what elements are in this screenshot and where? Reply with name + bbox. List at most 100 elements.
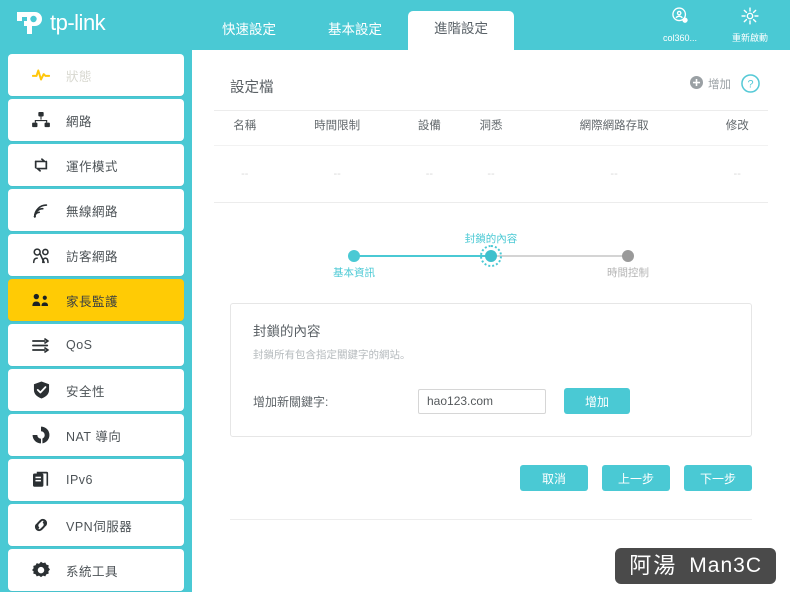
- nat-forwarding-icon: [30, 425, 52, 445]
- card-title: 封鎖的內容: [253, 324, 321, 339]
- step-label: 時間控制: [607, 267, 649, 279]
- sidebar-item-label: 安全性: [66, 384, 106, 399]
- plus-circle-icon: [690, 75, 703, 92]
- profiles-table: 名稱 時間限制 設備 洞悉 網際網路存取 修改 -- -- -- -- -- -…: [214, 110, 768, 203]
- router-admin-page: tp-link 快速設定 基本設定 進階設定 col360... 重新啟動 狀態…: [0, 0, 790, 592]
- sidebar-item-label: 網路: [66, 114, 93, 129]
- ipv6-icon: [30, 470, 52, 490]
- top-actions: col360... 重新啟動: [654, 6, 776, 44]
- col-internet-access: 網際網路存取: [521, 110, 707, 146]
- stepper-progress: [354, 255, 489, 257]
- col-name: 名稱: [214, 110, 276, 146]
- watermark-cn: 阿湯: [629, 553, 678, 578]
- sidebar-item-qos[interactable]: QoS: [8, 324, 184, 366]
- keyword-label: 增加新關鍵字:: [253, 394, 329, 409]
- panel-header: 設定檔 增加 ?: [214, 68, 768, 104]
- sidebar-item-label: 系統工具: [66, 564, 119, 579]
- keyword-row: 增加新關鍵字: 增加: [253, 388, 729, 414]
- tab-basic-setup[interactable]: 基本設定: [302, 12, 408, 50]
- sidebar-item-operation-mode[interactable]: 運作模式: [8, 144, 184, 186]
- col-devices: 設備: [398, 110, 461, 146]
- qos-icon: [30, 335, 52, 355]
- step-label: 基本資訊: [333, 267, 375, 279]
- sidebar-item-network[interactable]: 網路: [8, 99, 184, 141]
- sidebar-item-label: 家長監護: [66, 294, 119, 309]
- wizard-stepper: 基本資訊 封鎖的內容 時間控制: [333, 229, 649, 285]
- col-modify: 修改: [706, 110, 768, 146]
- sidebar-item-system-tools[interactable]: 系統工具: [8, 549, 184, 591]
- table-row: -- -- -- -- -- --: [214, 145, 768, 203]
- cell-time-limit: --: [275, 145, 399, 203]
- watermark-en: Man3C: [689, 554, 762, 577]
- account-button[interactable]: col360...: [654, 6, 706, 44]
- security-shield-icon: [30, 380, 52, 400]
- sidebar-item-label: NAT 導向: [66, 429, 122, 444]
- wizard-footer-buttons: 取消 上一步 下一步: [230, 465, 752, 491]
- main-content: 設定檔 增加 ? 名稱 時間限制 設備 洞悉 網際網路存取 修改 -- -- -…: [192, 50, 790, 592]
- tp-link-logo-icon: [16, 8, 46, 38]
- pulse-icon: [30, 65, 52, 85]
- sidebar-item-parental-control[interactable]: 家長監護: [8, 279, 184, 321]
- step-dot: [485, 250, 497, 262]
- wireless-icon: [30, 200, 52, 220]
- tp-link-logo-text: tp-link: [50, 10, 106, 35]
- previous-button[interactable]: 上一步: [602, 465, 670, 491]
- reboot-icon: [740, 6, 760, 31]
- add-profile-label: 增加: [708, 78, 731, 91]
- sidebar-item-wireless[interactable]: 無線網路: [8, 189, 184, 231]
- sidebar-item-label: IPv6: [66, 473, 94, 487]
- vpn-link-icon: [30, 515, 52, 535]
- step-dot: [622, 250, 634, 262]
- account-label: col360...: [662, 33, 698, 43]
- sidebar-item-label: QoS: [66, 338, 93, 352]
- cell-internet-access: --: [521, 145, 707, 203]
- account-icon: [670, 6, 690, 31]
- card-subtitle: 封鎖所有包含指定關鍵字的網站。: [253, 349, 411, 361]
- watermark: 阿湯 Man3C: [615, 548, 776, 584]
- operation-mode-icon: [30, 155, 52, 175]
- sidebar-item-label: 運作模式: [66, 159, 119, 174]
- cell-modify: --: [706, 145, 768, 203]
- reboot-label: 重新啟動: [731, 33, 768, 43]
- sidebar-item-label: VPN伺服器: [66, 519, 133, 534]
- footer-divider: [230, 519, 752, 520]
- col-time-limit: 時間限制: [275, 110, 399, 146]
- page-title: 設定檔: [230, 79, 274, 96]
- sidebar: 狀態 網路 運作模式 無線網路 訪客網路 家長監護 QoS 安全性 NAT 導向…: [0, 50, 192, 592]
- sidebar-item-vpn-server[interactable]: VPN伺服器: [8, 504, 184, 546]
- tab-quick-setup[interactable]: 快速設定: [196, 12, 302, 50]
- top-bar: tp-link 快速設定 基本設定 進階設定 col360... 重新啟動: [0, 0, 790, 51]
- tab-advanced-setup[interactable]: 進階設定: [408, 11, 514, 51]
- guest-network-icon: [30, 245, 52, 265]
- cell-name: --: [214, 145, 276, 203]
- help-icon[interactable]: ?: [741, 74, 760, 93]
- sidebar-item-status[interactable]: 狀態: [8, 54, 184, 96]
- keyword-input[interactable]: [418, 388, 546, 414]
- parental-control-icon: [30, 290, 52, 310]
- sidebar-item-guest-network[interactable]: 訪客網路: [8, 234, 184, 276]
- step-label: 封鎖的內容: [464, 233, 518, 245]
- main-tabs: 快速設定 基本設定 進階設定: [196, 11, 514, 51]
- blocked-content-card: 封鎖的內容 封鎖所有包含指定關鍵字的網站。 增加新關鍵字: 增加: [230, 303, 752, 437]
- tp-link-logo: tp-link: [16, 8, 106, 38]
- svg-text:?: ?: [747, 79, 753, 91]
- cancel-button[interactable]: 取消: [520, 465, 588, 491]
- system-tools-gear-icon: [30, 560, 52, 580]
- network-icon: [30, 110, 52, 130]
- sidebar-item-label: 狀態: [66, 69, 93, 84]
- sidebar-item-security[interactable]: 安全性: [8, 369, 184, 411]
- col-insights: 洞悉: [460, 110, 522, 146]
- sidebar-item-ipv6[interactable]: IPv6: [8, 459, 184, 501]
- step-dot: [348, 250, 360, 262]
- panel-header-actions: 增加 ?: [690, 74, 760, 93]
- next-button[interactable]: 下一步: [684, 465, 752, 491]
- sidebar-item-nat-forwarding[interactable]: NAT 導向: [8, 414, 184, 456]
- add-keyword-button[interactable]: 增加: [564, 388, 630, 414]
- cell-insights: --: [460, 145, 522, 203]
- table-header-row: 名稱 時間限制 設備 洞悉 網際網路存取 修改: [214, 110, 768, 146]
- cell-devices: --: [398, 145, 461, 203]
- sidebar-item-label: 無線網路: [66, 204, 119, 219]
- sidebar-item-label: 訪客網路: [66, 249, 119, 264]
- reboot-button[interactable]: 重新啟動: [724, 6, 776, 44]
- add-profile-button[interactable]: 增加: [690, 75, 731, 92]
